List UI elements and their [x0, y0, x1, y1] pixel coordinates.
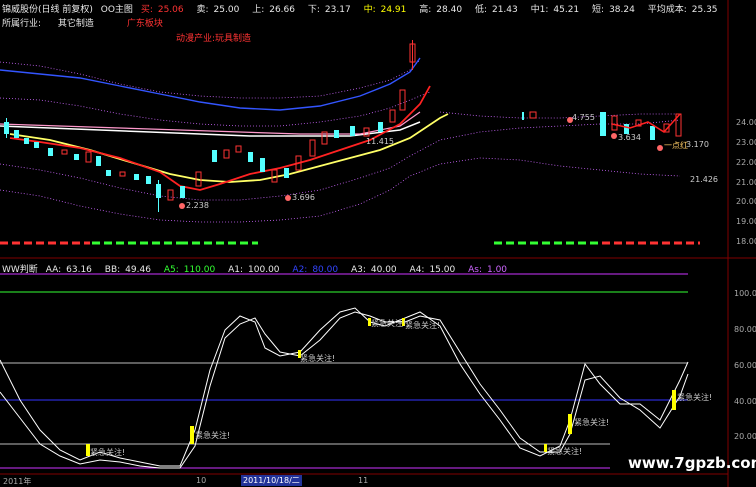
price-axis-tick: 18.00: [736, 237, 756, 246]
signal-dot: [179, 203, 185, 209]
price-annotation: 3.634: [618, 133, 641, 142]
a3-label: A3:: [350, 265, 366, 275]
cursor-date: 2011/10/18/二: [241, 475, 302, 486]
price-axis-tick: 21.00: [736, 178, 756, 187]
signal-text: 一点红: [664, 141, 688, 150]
bb-value: 49.46: [125, 265, 151, 275]
alert-bar: [672, 390, 676, 410]
as-label: As:: [468, 265, 482, 275]
top-right-band: [439, 111, 680, 119]
price-annotation: 4.755: [572, 113, 595, 122]
price-axis-tick: 24.00: [736, 118, 756, 127]
upper-band-2: [0, 59, 421, 99]
price-annotation: 3.170: [686, 140, 709, 149]
a1-value: 100.00: [248, 265, 280, 275]
alert-text: 紧急关注!: [574, 418, 610, 427]
alert-text: 紧急关注!: [405, 321, 441, 330]
bb-label: BB:: [104, 265, 121, 275]
aa-value: 63.16: [66, 265, 92, 275]
price-axis-tick: 23.00: [736, 138, 756, 147]
ind-axis-tick: 40.00: [734, 397, 756, 406]
alert-text: 紧急关注!: [195, 431, 231, 440]
a5-value: 110.00: [183, 265, 216, 275]
a4-label: A4:: [409, 265, 425, 275]
date-label: 10: [196, 476, 207, 485]
price-annotation: 11.415: [366, 137, 394, 146]
candlesticks: [4, 40, 682, 212]
lower-band-2: [0, 157, 681, 223]
signal-dot: [285, 195, 291, 201]
a1-label: A1:: [228, 265, 244, 275]
alert-text: 紧急关注!: [677, 393, 713, 402]
price-axis-tick: 22.00: [736, 158, 756, 167]
watermark: www.7gpzb.com: [628, 454, 756, 472]
ind-axis-tick: 80.00: [734, 325, 756, 334]
price-annotation: 3.696: [292, 193, 315, 202]
price-annotation: 21.426: [690, 175, 718, 184]
indicator-bb: [0, 311, 689, 469]
pink-ma-line: [0, 111, 421, 135]
price-annotation: 2.238: [186, 201, 209, 210]
ind-axis-tick: 60.00: [734, 361, 756, 370]
a4-value: 15.00: [429, 265, 456, 275]
price-axis-tick: 20.00: [736, 197, 756, 206]
a2-value: 80.00: [312, 265, 339, 275]
a5-label: A5:: [163, 265, 179, 275]
upper-band-1: [0, 91, 431, 127]
chart-canvas[interactable]: [0, 0, 756, 487]
date-axis: 2011年 10 11: [0, 474, 756, 487]
signal-dot: [611, 133, 617, 139]
price-axis-tick: 19.00: [736, 217, 756, 226]
blue-line: [0, 57, 421, 111]
alert-bar: [568, 414, 572, 434]
as-value: 1.00: [486, 265, 508, 275]
date-label: 11: [358, 476, 369, 485]
indicator-aa: [0, 307, 689, 467]
ind-axis-tick: 20.00: [734, 432, 756, 441]
alert-text: 紧急关注!: [547, 447, 583, 456]
signal-dot: [657, 145, 663, 151]
date-label: 2011年: [3, 477, 32, 486]
aa-label: AA:: [45, 265, 62, 275]
alert-text: 紧急关注!: [90, 448, 126, 457]
alert-bar: [190, 426, 194, 444]
a3-value: 40.00: [370, 265, 397, 275]
ind-axis-tick: 100.00: [734, 289, 756, 298]
indicator-name[interactable]: WW判断: [2, 265, 38, 275]
a2-label: A2:: [292, 265, 308, 275]
indicator-header: WW判断 AA: 63.16 BB: 49.46 A5: 110.00 A1: 100.…: [2, 262, 517, 275]
alert-text: 紧急关注!: [371, 319, 407, 328]
alert-text: 紧急关注!: [300, 354, 336, 363]
